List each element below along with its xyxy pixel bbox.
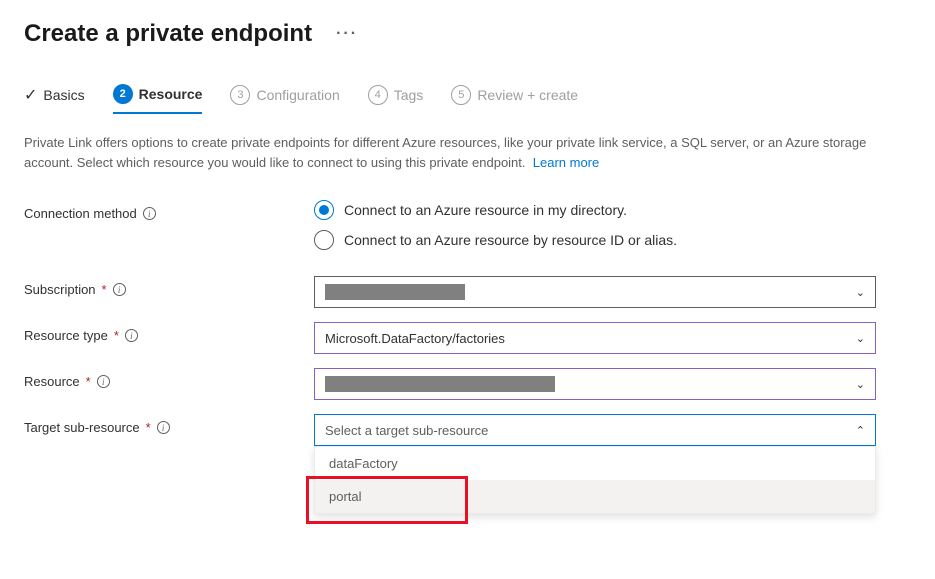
check-icon: ✓ bbox=[24, 85, 37, 105]
tab-resource[interactable]: 2 Resource bbox=[113, 84, 203, 114]
radio-label: Connect to an Azure resource by resource… bbox=[344, 232, 677, 248]
subscription-label: Subscription bbox=[24, 282, 96, 297]
tab-badge: 3 bbox=[230, 85, 250, 105]
radio-icon bbox=[314, 230, 334, 250]
dropdown-list: dataFactory portal bbox=[314, 446, 876, 514]
connection-method-label: Connection method bbox=[24, 206, 137, 221]
tab-label: Review + create bbox=[477, 87, 578, 103]
description-text: Private Link offers options to create pr… bbox=[24, 133, 874, 172]
chevron-down-icon: ⌄ bbox=[856, 378, 865, 391]
tab-configuration[interactable]: 3 Configuration bbox=[230, 85, 339, 113]
required-icon: * bbox=[102, 282, 107, 297]
radio-connect-directory[interactable]: Connect to an Azure resource in my direc… bbox=[314, 200, 876, 220]
tab-badge: 2 bbox=[113, 84, 133, 104]
resource-type-value: Microsoft.DataFactory/factories bbox=[325, 331, 505, 346]
tab-badge: 4 bbox=[368, 85, 388, 105]
wizard-tabs: ✓ Basics 2 Resource 3 Configuration 4 Ta… bbox=[24, 84, 911, 115]
dropdown-item-portal[interactable]: portal bbox=[315, 480, 875, 513]
required-icon: * bbox=[86, 374, 91, 389]
dropdown-item-datafactory[interactable]: dataFactory bbox=[315, 447, 875, 480]
info-icon[interactable]: i bbox=[97, 375, 110, 388]
target-sub-resource-label: Target sub-resource bbox=[24, 420, 140, 435]
tab-tags[interactable]: 4 Tags bbox=[368, 85, 424, 113]
tab-label: Basics bbox=[43, 87, 84, 103]
tab-label: Resource bbox=[139, 86, 203, 102]
subscription-select[interactable]: ⌄ bbox=[314, 276, 876, 308]
tab-basics[interactable]: ✓ Basics bbox=[24, 85, 85, 113]
resource-label: Resource bbox=[24, 374, 80, 389]
chevron-up-icon: ⌃ bbox=[856, 424, 865, 437]
radio-connect-resource-id[interactable]: Connect to an Azure resource by resource… bbox=[314, 230, 876, 250]
radio-label: Connect to an Azure resource in my direc… bbox=[344, 202, 627, 218]
resource-select[interactable]: ⌄ bbox=[314, 368, 876, 400]
page-title: Create a private endpoint bbox=[24, 20, 312, 48]
resource-type-label: Resource type bbox=[24, 328, 108, 343]
redacted-value bbox=[325, 284, 465, 300]
learn-more-link[interactable]: Learn more bbox=[533, 155, 599, 170]
chevron-down-icon: ⌄ bbox=[856, 286, 865, 299]
info-icon[interactable]: i bbox=[157, 421, 170, 434]
tab-review[interactable]: 5 Review + create bbox=[451, 85, 578, 113]
tab-badge: 5 bbox=[451, 85, 471, 105]
chevron-down-icon: ⌄ bbox=[856, 332, 865, 345]
tab-label: Configuration bbox=[256, 87, 339, 103]
target-sub-resource-select[interactable]: Select a target sub-resource ⌃ bbox=[314, 414, 876, 446]
more-icon[interactable]: ··· bbox=[336, 25, 358, 43]
resource-type-select[interactable]: Microsoft.DataFactory/factories ⌄ bbox=[314, 322, 876, 354]
required-icon: * bbox=[114, 328, 119, 343]
info-icon[interactable]: i bbox=[125, 329, 138, 342]
tab-label: Tags bbox=[394, 87, 424, 103]
info-icon[interactable]: i bbox=[143, 207, 156, 220]
required-icon: * bbox=[146, 420, 151, 435]
redacted-value bbox=[325, 376, 555, 392]
radio-icon bbox=[314, 200, 334, 220]
info-icon[interactable]: i bbox=[113, 283, 126, 296]
select-placeholder: Select a target sub-resource bbox=[325, 423, 488, 438]
